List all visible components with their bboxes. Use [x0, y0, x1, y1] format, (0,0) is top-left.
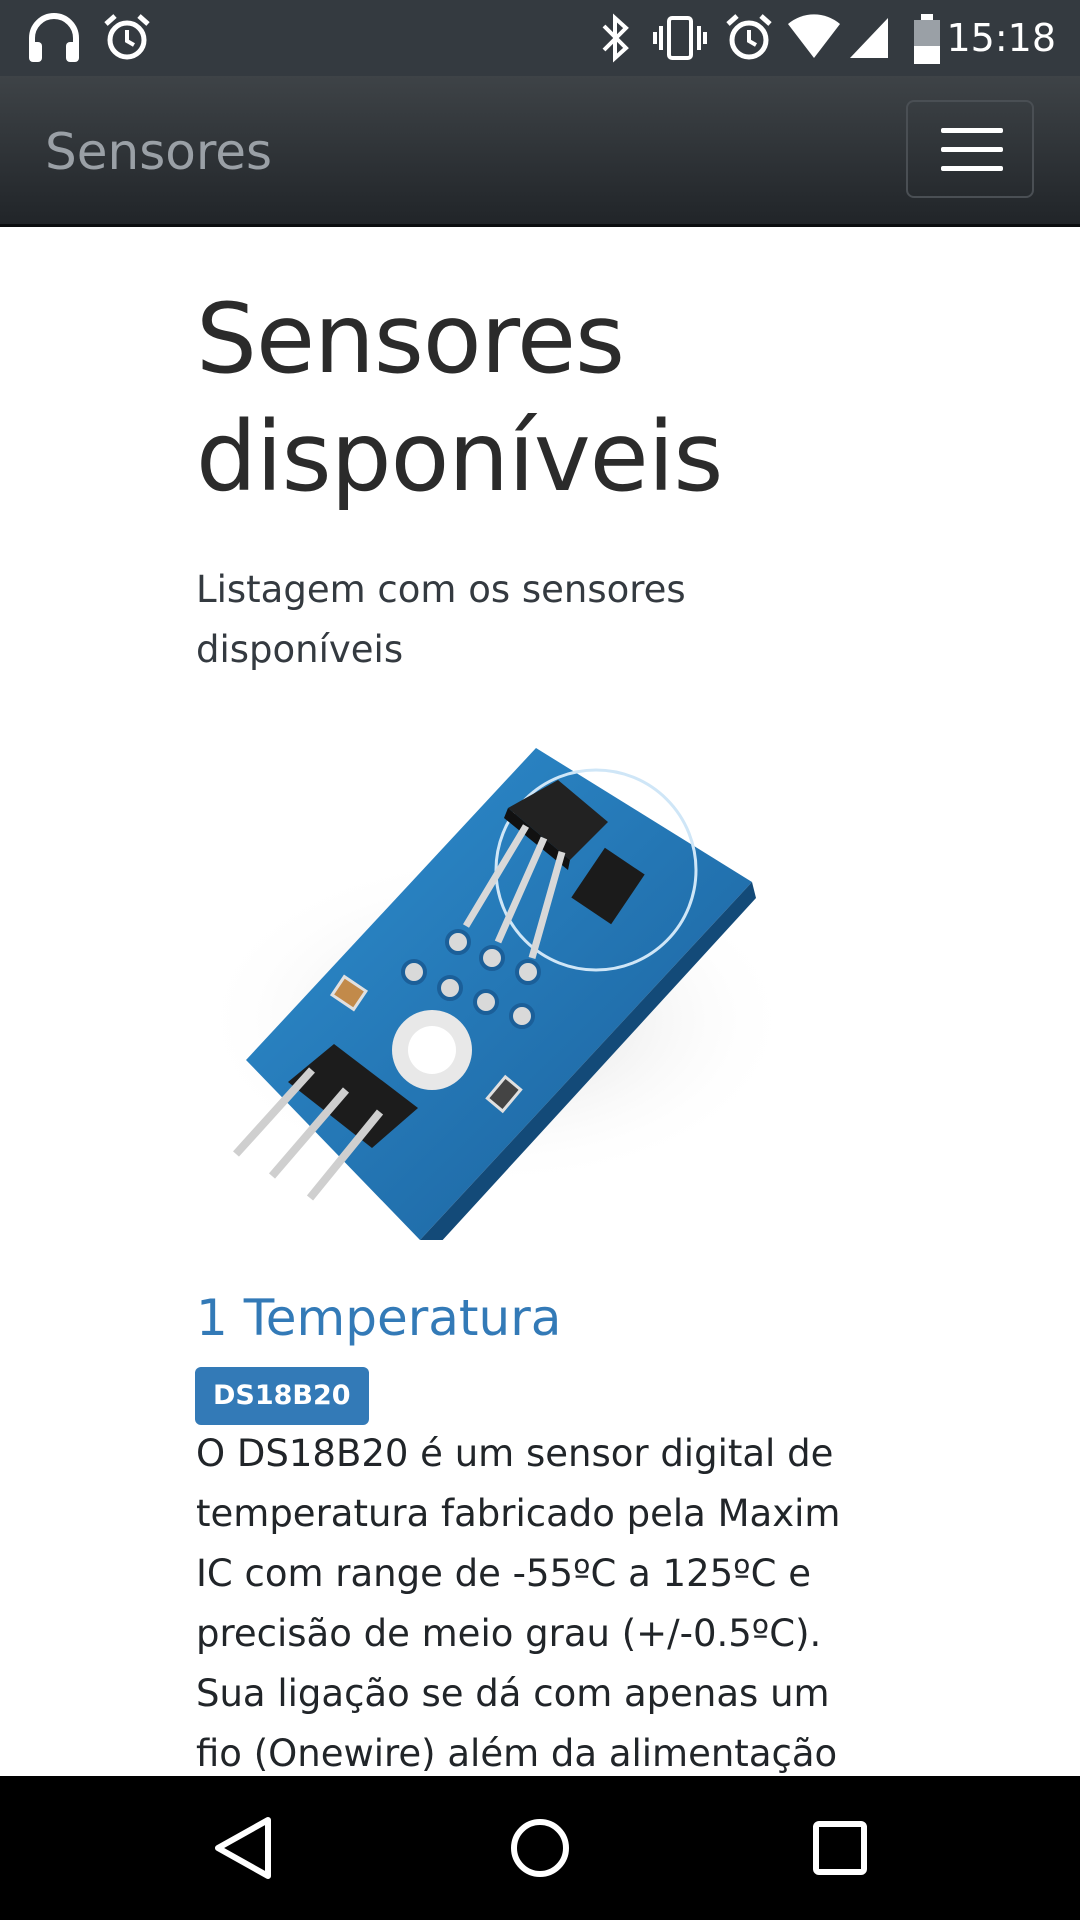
status-bar: 15:18 — [0, 0, 1080, 76]
cell-signal-icon — [850, 18, 888, 58]
status-time: 15:18 — [946, 16, 1056, 60]
sensor-description: O DS18B20 é um sensor digital de tempera… — [196, 1432, 841, 1775]
headphones-icon — [29, 13, 79, 62]
sensor-title[interactable]: 1 Temperatura — [196, 1286, 561, 1350]
page-title: Sensores disponíveis — [196, 283, 723, 513]
temperature-sensor-module-image — [196, 748, 796, 1240]
vibrate-icon — [653, 16, 707, 60]
alarm-icon — [726, 14, 772, 60]
page-header: Sensores disponíveis Listagem com os sen… — [196, 224, 856, 680]
page-lead: Listagem com os sensores disponíveis — [196, 568, 686, 671]
bluetooth-icon — [602, 13, 629, 63]
hamburger-menu-button[interactable] — [906, 100, 1034, 198]
battery-icon — [914, 14, 940, 64]
wifi-icon — [788, 14, 840, 58]
recents-icon[interactable] — [806, 1812, 874, 1884]
system-navigation-bar — [0, 1776, 1080, 1920]
navbar-brand[interactable]: Sensores — [45, 122, 272, 182]
alarm-icon — [104, 14, 150, 60]
sensor-model-badge: DS18B20 — [195, 1367, 369, 1425]
app-navbar: Sensores — [0, 76, 1080, 227]
home-icon[interactable] — [506, 1812, 574, 1884]
back-icon[interactable] — [210, 1812, 276, 1884]
